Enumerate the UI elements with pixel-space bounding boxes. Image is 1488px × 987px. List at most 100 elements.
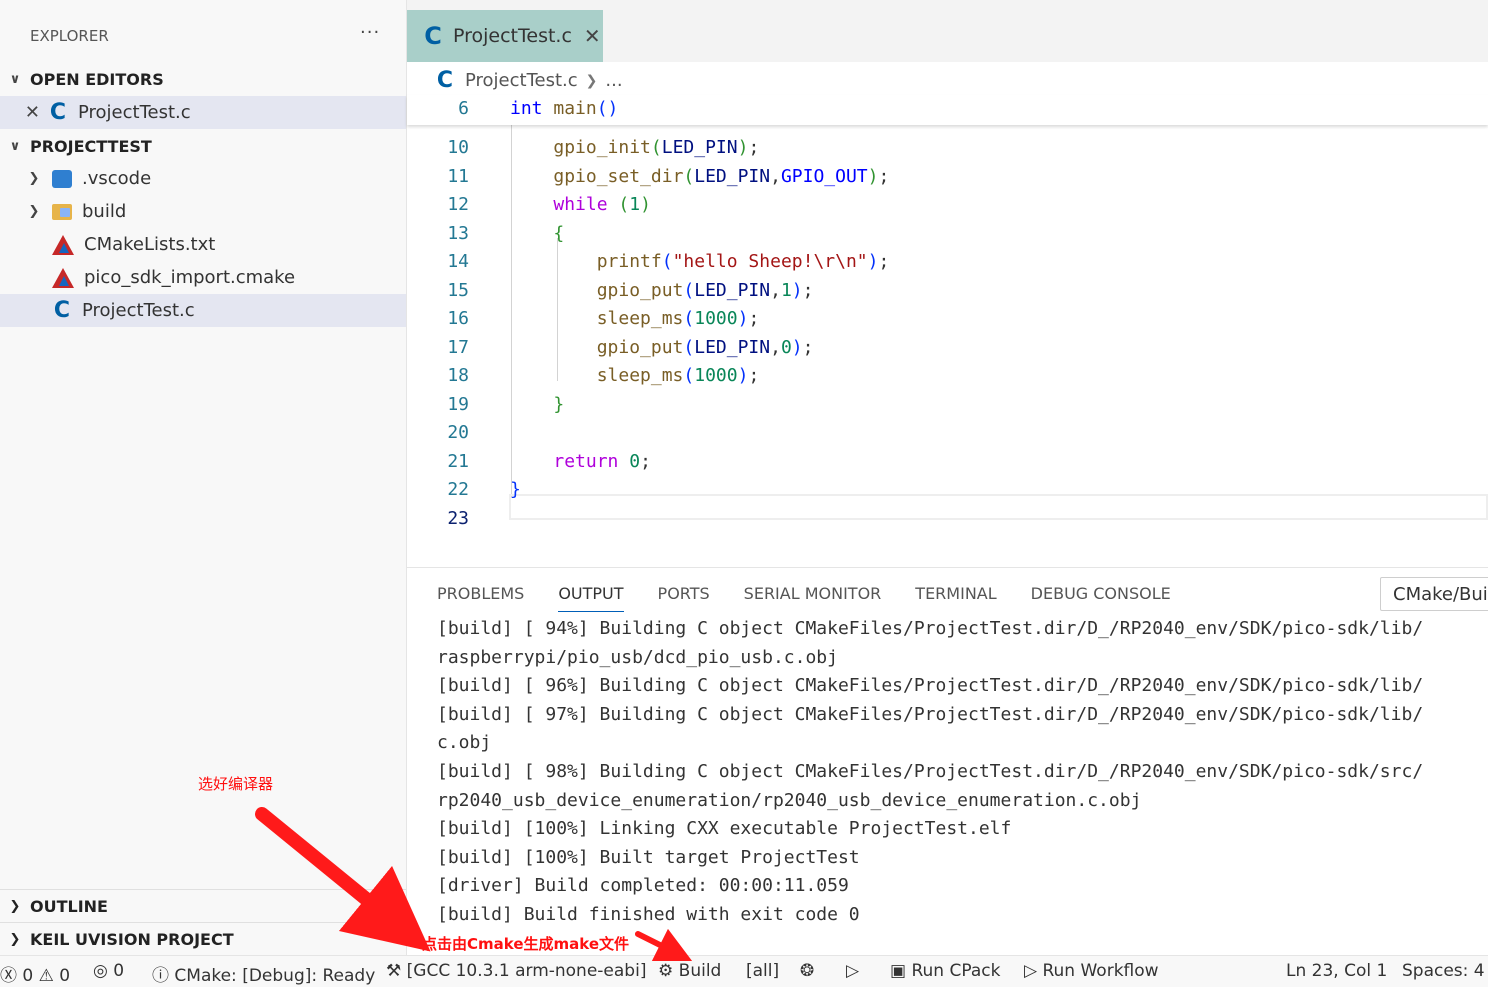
code-line: while (1) (553, 194, 651, 215)
outline-label: OUTLINE (30, 896, 108, 916)
line-number: 19 (447, 394, 469, 415)
tab-problems[interactable]: PROBLEMS (437, 584, 524, 612)
c-file-icon: C (53, 298, 71, 323)
cpack-label: Run CPack (911, 961, 1001, 981)
close-icon[interactable]: ✕ (0, 102, 40, 123)
chevron-right-icon: ❯ (585, 72, 598, 89)
build-button[interactable]: ⚙ Build (658, 961, 721, 981)
code-line: gpio_init(LED_PIN); (553, 137, 760, 158)
log-line: [driver] Build completed: 00:00:11.059 (437, 875, 849, 897)
tree-item-label: CMakeLists.txt (84, 234, 216, 255)
kit-label: [GCC 10.3.1 arm-none-eabi] (406, 961, 647, 981)
debug-bug-icon[interactable]: ❂ (800, 961, 814, 981)
c-file-icon: C (49, 100, 67, 125)
outline-section[interactable]: ❯ OUTLINE (0, 889, 406, 922)
keil-section[interactable]: ❯ KEIL UVISION PROJECT (0, 922, 406, 955)
workflow-label: Run Workflow (1042, 961, 1159, 981)
tree-item-label: build (82, 201, 127, 222)
code-line: gpio_put(LED_PIN,1); (596, 280, 814, 301)
chevron-right-icon: ❯ (9, 898, 21, 914)
log-line: rp2040_usb_device_enumeration/rp2040_usb… (437, 789, 1142, 811)
tree-item-label: pico_sdk_import.cmake (84, 267, 296, 288)
cmake-icon (52, 267, 74, 288)
code-line: sleep_ms(1000); (596, 365, 760, 386)
run-cpack-button[interactable]: ▣ Run CPack (890, 961, 1000, 981)
open-editor-item[interactable]: ✕ C ProjectTest.c (0, 96, 406, 129)
ports-status[interactable]: ◎ 0 (93, 961, 124, 981)
play-icon: ▷ (1024, 961, 1038, 981)
status-bar: Ⓧ 0 ⚠ 0 ◎ 0 ⓘ CMake: [Debug]: Ready ⚒ [G… (0, 955, 1488, 987)
breadcrumb: C ProjectTest.c ❯ ... (433, 68, 623, 93)
code-line: return 0; (553, 451, 651, 472)
chevron-down-icon: ∨ (9, 138, 21, 154)
cmake-icon (52, 234, 74, 255)
build-label: Build (678, 961, 722, 981)
project-header[interactable]: ∨ PROJECTTEST (0, 131, 406, 161)
annotation-click-build: 点击由Cmake生成make文件 (422, 935, 630, 953)
chevron-right-icon: ❯ (28, 204, 40, 219)
tab-ports[interactable]: PORTS (658, 584, 710, 612)
tree-item-pico-sdk-import[interactable]: pico_sdk_import.cmake (0, 261, 406, 294)
output-channel-select[interactable]: CMake/Build (1380, 577, 1488, 611)
explorer-sidebar: EXPLORER ··· ∨ OPEN EDITORS ✕ C ProjectT… (0, 0, 407, 955)
chevron-down-icon: ∨ (9, 71, 21, 87)
close-icon[interactable]: ✕ (584, 24, 601, 48)
broadcast-icon: ◎ (93, 961, 108, 981)
tools-icon: ⚒ (386, 961, 402, 981)
tab-serial-monitor[interactable]: SERIAL MONITOR (744, 584, 882, 612)
open-editors-label: OPEN EDITORS (30, 69, 164, 89)
current-line-highlight (509, 494, 1488, 520)
line-number: 13 (447, 223, 469, 244)
code-line: printf("hello Sheep!\r\n"); (596, 251, 890, 272)
cursor-position[interactable]: Ln 23, Col 1 (1286, 961, 1387, 981)
tree-item-cmakelists[interactable]: CMakeLists.txt (0, 228, 406, 261)
chevron-right-icon: ❯ (28, 171, 40, 186)
breadcrumb-more[interactable]: ... (605, 70, 622, 91)
log-line: raspberrypi/pio_usb/dcd_pio_usb.c.obj (437, 646, 838, 668)
sticky-scroll-header[interactable]: 6 int main() (407, 95, 1488, 125)
run-play-icon[interactable]: ▷ (846, 961, 859, 981)
run-workflow-button[interactable]: ▷ Run Workflow (1024, 961, 1159, 981)
annotation-select-compiler: 选好编译器 (198, 775, 274, 793)
tree-item-label: ProjectTest.c (82, 300, 195, 321)
log-line: [build] [100%] Built target ProjectTest (437, 846, 860, 868)
tab-projecttest[interactable]: C ProjectTest.c ✕ (407, 10, 603, 62)
tab-terminal[interactable]: TERMINAL (915, 584, 996, 612)
code-line: gpio_put(LED_PIN,0); (596, 337, 814, 358)
tab-output[interactable]: OUTPUT (558, 584, 624, 612)
gear-icon: ⚙ (658, 961, 674, 981)
c-file-icon: C (424, 22, 442, 50)
code-line: int main() (510, 98, 619, 119)
breadcrumb-file[interactable]: ProjectTest.c (465, 70, 578, 91)
cmake-status[interactable]: ⓘ CMake: [Debug]: Ready (152, 961, 375, 986)
tree-item-build[interactable]: ❯ build (0, 195, 406, 228)
tree-item-projecttest[interactable]: C ProjectTest.c (0, 294, 406, 327)
log-line: [build] [ 96%] Building C object CMakeFi… (437, 675, 1424, 697)
target-selector[interactable]: [all] (746, 961, 779, 981)
tree-item-label: .vscode (82, 168, 152, 189)
tab-debug-console[interactable]: DEBUG CONSOLE (1031, 584, 1171, 612)
log-line: [build] [ 97%] Building C object CMakeFi… (437, 703, 1424, 725)
bottom-panel: PROBLEMS OUTPUT PORTS SERIAL MONITOR TER… (407, 567, 1488, 956)
indentation-status[interactable]: Spaces: 4 (1402, 961, 1485, 981)
log-line: [build] [ 98%] Building C object CMakeFi… (437, 760, 1424, 782)
code-editor[interactable]: C ProjectTest.c ❯ ... 10 gpio_init(LED_P… (407, 62, 1488, 567)
kit-selector[interactable]: ⚒ [GCC 10.3.1 arm-none-eabi] (386, 961, 646, 981)
warning-count: 0 (59, 966, 71, 986)
open-editors-header[interactable]: ∨ OPEN EDITORS (0, 64, 406, 94)
tree-item-vscode[interactable]: ❯ .vscode (0, 162, 406, 195)
cmake-status-label: CMake: [Debug]: Ready (174, 966, 376, 986)
line-number-current: 23 (447, 508, 469, 529)
chevron-right-icon: ❯ (9, 931, 21, 947)
problems-status[interactable]: Ⓧ 0 ⚠ 0 (0, 961, 70, 986)
code-line: } (553, 394, 565, 415)
more-actions-icon[interactable]: ··· (360, 22, 380, 43)
open-editor-label: ProjectTest.c (78, 102, 191, 123)
package-icon: ▣ (890, 961, 907, 981)
line-number: 10 (447, 137, 469, 158)
keil-label: KEIL UVISION PROJECT (30, 929, 234, 949)
code-line: gpio_set_dir(LED_PIN,GPIO_OUT); (553, 166, 890, 187)
vscode-folder-icon (52, 169, 72, 188)
log-line: [build] [ 94%] Building C object CMakeFi… (437, 618, 1424, 639)
output-log: [build] [ 94%] Building C object CMakeFi… (437, 615, 1423, 930)
